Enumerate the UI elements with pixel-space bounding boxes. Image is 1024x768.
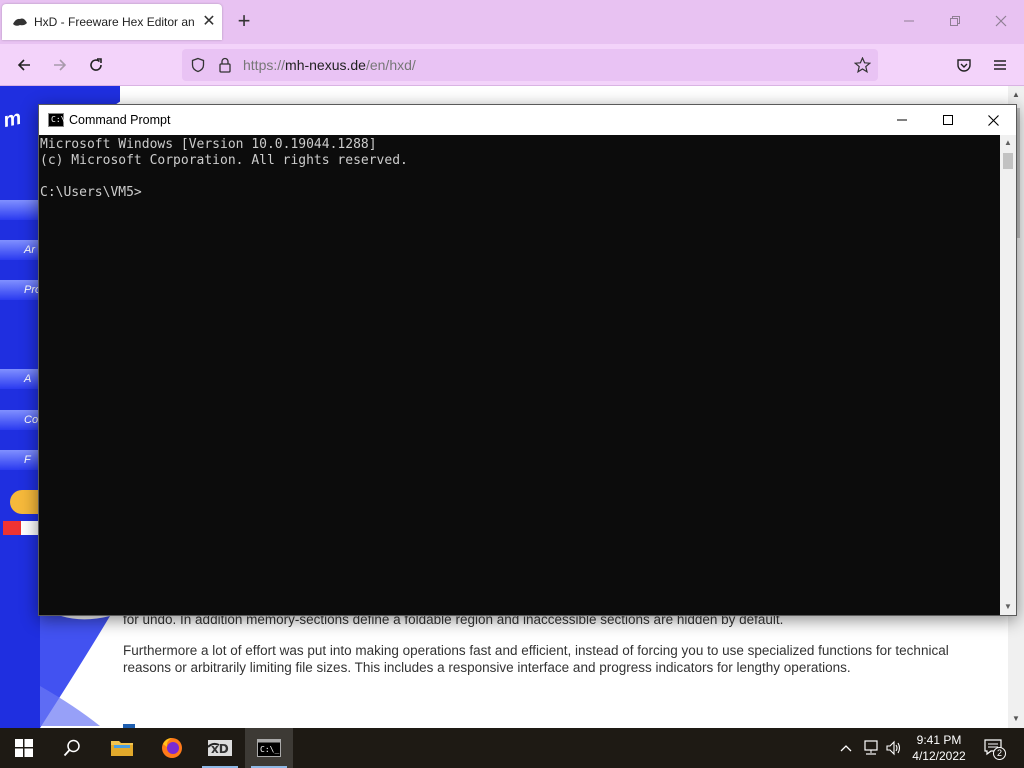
- pocket-icon: [957, 59, 971, 72]
- browser-minimize-button[interactable]: [894, 8, 924, 36]
- console-prompt-line[interactable]: C:\Users\VM5>: [40, 185, 1000, 201]
- browser-nav-bar: https://mh-nexus.de/en/hxd/: [0, 44, 1024, 86]
- site-nav-item[interactable]: Ar: [0, 240, 40, 260]
- site-nav-item[interactable]: Pro: [0, 280, 40, 300]
- payment-cards-icon: [3, 521, 39, 535]
- donate-button[interactable]: [10, 490, 40, 514]
- cmd-app-icon[interactable]: C:\_: [48, 113, 70, 127]
- tab-close-icon[interactable]: ✕: [200, 13, 218, 31]
- site-nav-item[interactable]: A: [0, 369, 40, 389]
- new-tab-button[interactable]: +: [232, 10, 256, 34]
- cmd-close-button[interactable]: [970, 105, 1016, 135]
- cmd-maximize-button[interactable]: [925, 105, 971, 135]
- firefox-taskbar-button[interactable]: [148, 728, 196, 768]
- windows-logo-icon: [15, 739, 33, 757]
- back-arrow-icon: [17, 59, 30, 71]
- site-nav-item[interactable]: F: [0, 450, 40, 470]
- cmd-app-icon-text: C:\_: [51, 115, 71, 124]
- cmd-window-title: Command Prompt: [69, 113, 171, 127]
- console-line: Microsoft Windows [Version 10.0.19044.12…: [40, 137, 377, 152]
- taskbar-clock[interactable]: 9:41 PM 4/12/2022: [908, 732, 970, 764]
- speaker-icon: [886, 740, 901, 756]
- volume-button[interactable]: [884, 738, 904, 758]
- url-domain: mh-nexus.de: [285, 57, 366, 73]
- page-scroll-down-icon[interactable]: ▼: [1012, 714, 1020, 723]
- hxd-taskbar-button[interactable]: xD: [196, 728, 244, 768]
- cmd-taskbar-button[interactable]: C:\_: [245, 728, 293, 768]
- forward-button[interactable]: [47, 53, 73, 77]
- browser-tab-strip: HxD - Freeware Hex Editor and Disk Edito…: [0, 0, 1024, 44]
- show-hidden-icons-button[interactable]: [838, 738, 854, 758]
- clock-time: 9:41 PM: [916, 733, 962, 747]
- url-prefix: https://: [243, 57, 286, 73]
- url-path: /en/hxd/: [365, 57, 416, 73]
- hxd-icon: xD: [207, 740, 232, 756]
- chevron-up-icon: [840, 745, 852, 752]
- console-line: (c) Microsoft Corporation. All rights re…: [40, 153, 408, 168]
- cmd-console-output[interactable]: Microsoft Windows [Version 10.0.19044.12…: [39, 135, 1000, 615]
- browser-tab[interactable]: HxD - Freeware Hex Editor and Disk Edito…: [2, 4, 222, 40]
- pocket-button[interactable]: [951, 53, 977, 77]
- address-bar[interactable]: https://mh-nexus.de/en/hxd/: [182, 49, 878, 81]
- windows-taskbar: xD C:\_ 9:41 PM 4/12/2022 2: [0, 728, 1024, 768]
- search-button[interactable]: [48, 728, 96, 768]
- cmd-minimize-button[interactable]: [879, 105, 925, 135]
- file-explorer-button[interactable]: [98, 728, 146, 768]
- firefox-icon: [162, 738, 182, 758]
- site-nav-item[interactable]: Co: [0, 410, 40, 430]
- browser-close-button[interactable]: [986, 8, 1016, 36]
- hxd-favicon-icon: [13, 18, 27, 26]
- search-icon: [63, 739, 80, 757]
- cmd-scroll-up-icon[interactable]: ▲: [1000, 135, 1016, 151]
- cmd-scroll-down-icon[interactable]: ▼: [1000, 599, 1016, 615]
- network-button[interactable]: [861, 738, 881, 758]
- cmd-scrollbar[interactable]: ▲ ▼: [1000, 135, 1016, 615]
- browser-restore-button[interactable]: [940, 8, 970, 36]
- forward-arrow-icon: [54, 59, 67, 71]
- app-menu-button[interactable]: [987, 53, 1013, 77]
- start-button[interactable]: [0, 728, 48, 768]
- padlock-icon[interactable]: [218, 57, 232, 73]
- minimize-icon: [897, 119, 907, 121]
- tracking-shield-icon[interactable]: [190, 57, 206, 73]
- site-nav-item[interactable]: [0, 200, 40, 220]
- hamburger-menu-icon: [994, 60, 1006, 70]
- close-icon: [987, 114, 999, 126]
- svg-text:C:\_: C:\_: [260, 745, 279, 754]
- reload-icon: [90, 58, 102, 71]
- webpage-paragraph: Furthermore a lot of effort was put into…: [123, 643, 949, 675]
- bookmark-star-icon[interactable]: [854, 57, 871, 73]
- back-button[interactable]: [11, 53, 37, 77]
- maximize-icon: [943, 115, 953, 125]
- folder-icon: [111, 741, 133, 756]
- reload-button[interactable]: [83, 53, 109, 77]
- command-prompt-window[interactable]: C:\_ Command Prompt Microsoft Windows [V…: [38, 104, 1017, 616]
- network-icon: [864, 740, 878, 755]
- action-center-button[interactable]: 2: [982, 738, 1006, 760]
- cmd-title-bar[interactable]: C:\_ Command Prompt: [39, 105, 1016, 135]
- command-prompt-icon: C:\_: [257, 739, 281, 757]
- notification-count-badge: 2: [993, 747, 1006, 760]
- url-text[interactable]: https://mh-nexus.de/en/hxd/: [243, 57, 416, 73]
- cmd-scroll-thumb[interactable]: [1003, 153, 1013, 169]
- page-scroll-up-icon[interactable]: ▲: [1012, 90, 1020, 99]
- tab-title: HxD - Freeware Hex Editor and Disk Edito…: [34, 15, 194, 29]
- clock-date: 4/12/2022: [912, 749, 966, 763]
